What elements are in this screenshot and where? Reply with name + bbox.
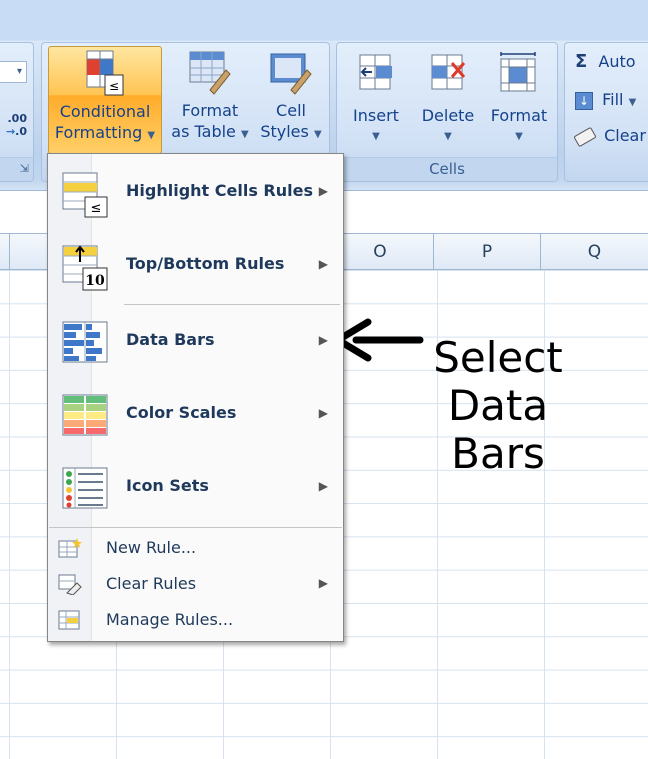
sigma-icon: Σ [575, 51, 588, 72]
new-rule-icon [58, 538, 82, 558]
decrease-decimal-button[interactable]: .00 →.0 [0, 109, 27, 143]
format-cells-icon [500, 52, 536, 92]
chevron-down-icon: ▼ [628, 97, 637, 108]
format-as-table-button[interactable]: Format as Table ▼ [166, 46, 254, 154]
cell-styles-button[interactable]: Cell Styles ▼ [256, 46, 326, 154]
ribbon-tab-band [0, 0, 648, 40]
submenu-arrow-icon: ▶ [318, 576, 328, 590]
conditional-formatting-label-2: Formatting [54, 123, 143, 142]
submenu-arrow-icon: ▶ [318, 406, 328, 420]
menu-item-color-scales[interactable]: Color Scales ▶ [49, 381, 342, 451]
menu-item-label: Top/Bottom Rules [126, 254, 285, 273]
eraser-icon [573, 126, 597, 147]
svg-text:≤: ≤ [109, 79, 119, 93]
cell-styles-label-1: Cell [276, 101, 306, 120]
column-header-p[interactable]: P [433, 234, 540, 270]
format-as-table-label-1: Format [181, 101, 239, 120]
chevron-down-icon: ▼ [241, 129, 249, 140]
delete-label: Delete [421, 106, 475, 125]
delete-cells-icon [431, 54, 466, 90]
fill-down-icon: ↓ [575, 91, 593, 110]
menu-item-manage-rules[interactable]: Manage Rules... [49, 602, 342, 638]
svg-text:10: 10 [85, 273, 105, 289]
clear-rules-icon [58, 574, 82, 595]
submenu-arrow-icon: ▶ [318, 257, 328, 271]
cell-styles-label-2: Styles [260, 122, 309, 141]
number-group: ▾ .00 →.0 ⇲ [0, 42, 34, 182]
insert-label: Insert [353, 106, 399, 125]
chevron-down-icon: ▼ [372, 131, 380, 142]
annotation-line-1: Select [433, 333, 563, 382]
cell-styles-label-2-row: Styles ▼ [256, 121, 326, 145]
chevron-down-icon: ▼ [313, 129, 322, 140]
top-bottom-icon: 10 [62, 245, 108, 291]
insert-cells-icon [359, 54, 392, 90]
data-bars-icon [62, 321, 108, 363]
format-button[interactable]: Format ▼ [485, 51, 553, 151]
editing-group: Σ Auto ↓ Fill ▼ Clear [564, 42, 648, 182]
conditional-formatting-icon: ≤ [86, 50, 124, 96]
format-as-table-icon [189, 51, 231, 95]
cells-group: Insert ▼ Delete ▼ Format ▼ Cells [336, 42, 558, 182]
conditional-formatting-menu: ≤ Highlight Cells Rules ▶ 10 Top/Bottom … [47, 153, 344, 642]
submenu-arrow-icon: ▶ [318, 184, 328, 198]
svg-text:≤: ≤ [91, 201, 102, 216]
submenu-arrow-icon: ▶ [318, 333, 328, 347]
menu-item-new-rule[interactable]: New Rule... [49, 530, 342, 566]
menu-item-label: Icon Sets [126, 476, 209, 495]
menu-item-label: Highlight Cells Rules [126, 181, 313, 200]
insert-button[interactable]: Insert ▼ [343, 51, 409, 151]
manage-rules-icon [58, 610, 80, 630]
menu-item-data-bars[interactable]: Data Bars ▶ [49, 308, 342, 378]
highlight-cells-icon: ≤ [62, 172, 108, 218]
submenu-arrow-icon: ▶ [318, 479, 328, 493]
menu-item-clear-rules[interactable]: Clear Rules ▶ [49, 566, 342, 602]
number-format-dropdown[interactable]: ▾ [0, 61, 27, 83]
color-scales-icon [62, 394, 108, 436]
format-as-table-label-2-row: as Table ▼ [166, 121, 254, 145]
menu-item-label: Color Scales [126, 403, 237, 422]
clear-label: Clear [604, 126, 646, 145]
autosum-label: Auto [598, 52, 636, 71]
format-as-table-label-2: as Table [171, 122, 236, 141]
fill-label: Fill [602, 90, 624, 109]
clear-button[interactable]: Clear [573, 125, 648, 151]
menu-item-label: Data Bars [126, 330, 215, 349]
conditional-formatting-label-1: Conditional [59, 102, 151, 121]
menu-separator [49, 527, 342, 528]
column-header-q[interactable]: Q [540, 234, 648, 270]
chevron-down-icon: ▼ [515, 131, 523, 142]
autosum-button[interactable]: Σ Auto [575, 51, 648, 77]
menu-item-label: Manage Rules... [106, 610, 234, 629]
chevron-down-icon: ▼ [147, 130, 156, 141]
menu-item-label: Clear Rules [106, 574, 197, 593]
menu-item-top-bottom-rules[interactable]: 10 Top/Bottom Rules ▶ [49, 232, 342, 302]
format-label: Format [490, 106, 548, 125]
fill-button[interactable]: ↓ Fill ▼ [575, 89, 648, 115]
menu-item-highlight-cells-rules[interactable]: ≤ Highlight Cells Rules ▶ [49, 159, 342, 229]
number-group-launcher[interactable]: ⇲ [0, 157, 33, 179]
menu-item-label: New Rule... [106, 538, 197, 557]
menu-item-icon-sets[interactable]: Icon Sets ▶ [49, 454, 342, 524]
icon-sets-icon [62, 467, 108, 509]
menu-separator [124, 304, 340, 305]
annotation-line-2: Data Bars [447, 381, 549, 478]
cells-group-label: Cells [337, 157, 557, 179]
annotation-text: Select Data Bars [398, 334, 598, 478]
conditional-formatting-button[interactable]: ≤ Conditional Formatting ▼ [48, 46, 162, 154]
delete-button[interactable]: Delete ▼ [413, 51, 483, 151]
cell-styles-icon [270, 53, 312, 95]
chevron-down-icon: ▼ [444, 131, 452, 142]
column-header-divider [9, 234, 10, 270]
conditional-formatting-label-2-row: Formatting ▼ [49, 122, 161, 146]
